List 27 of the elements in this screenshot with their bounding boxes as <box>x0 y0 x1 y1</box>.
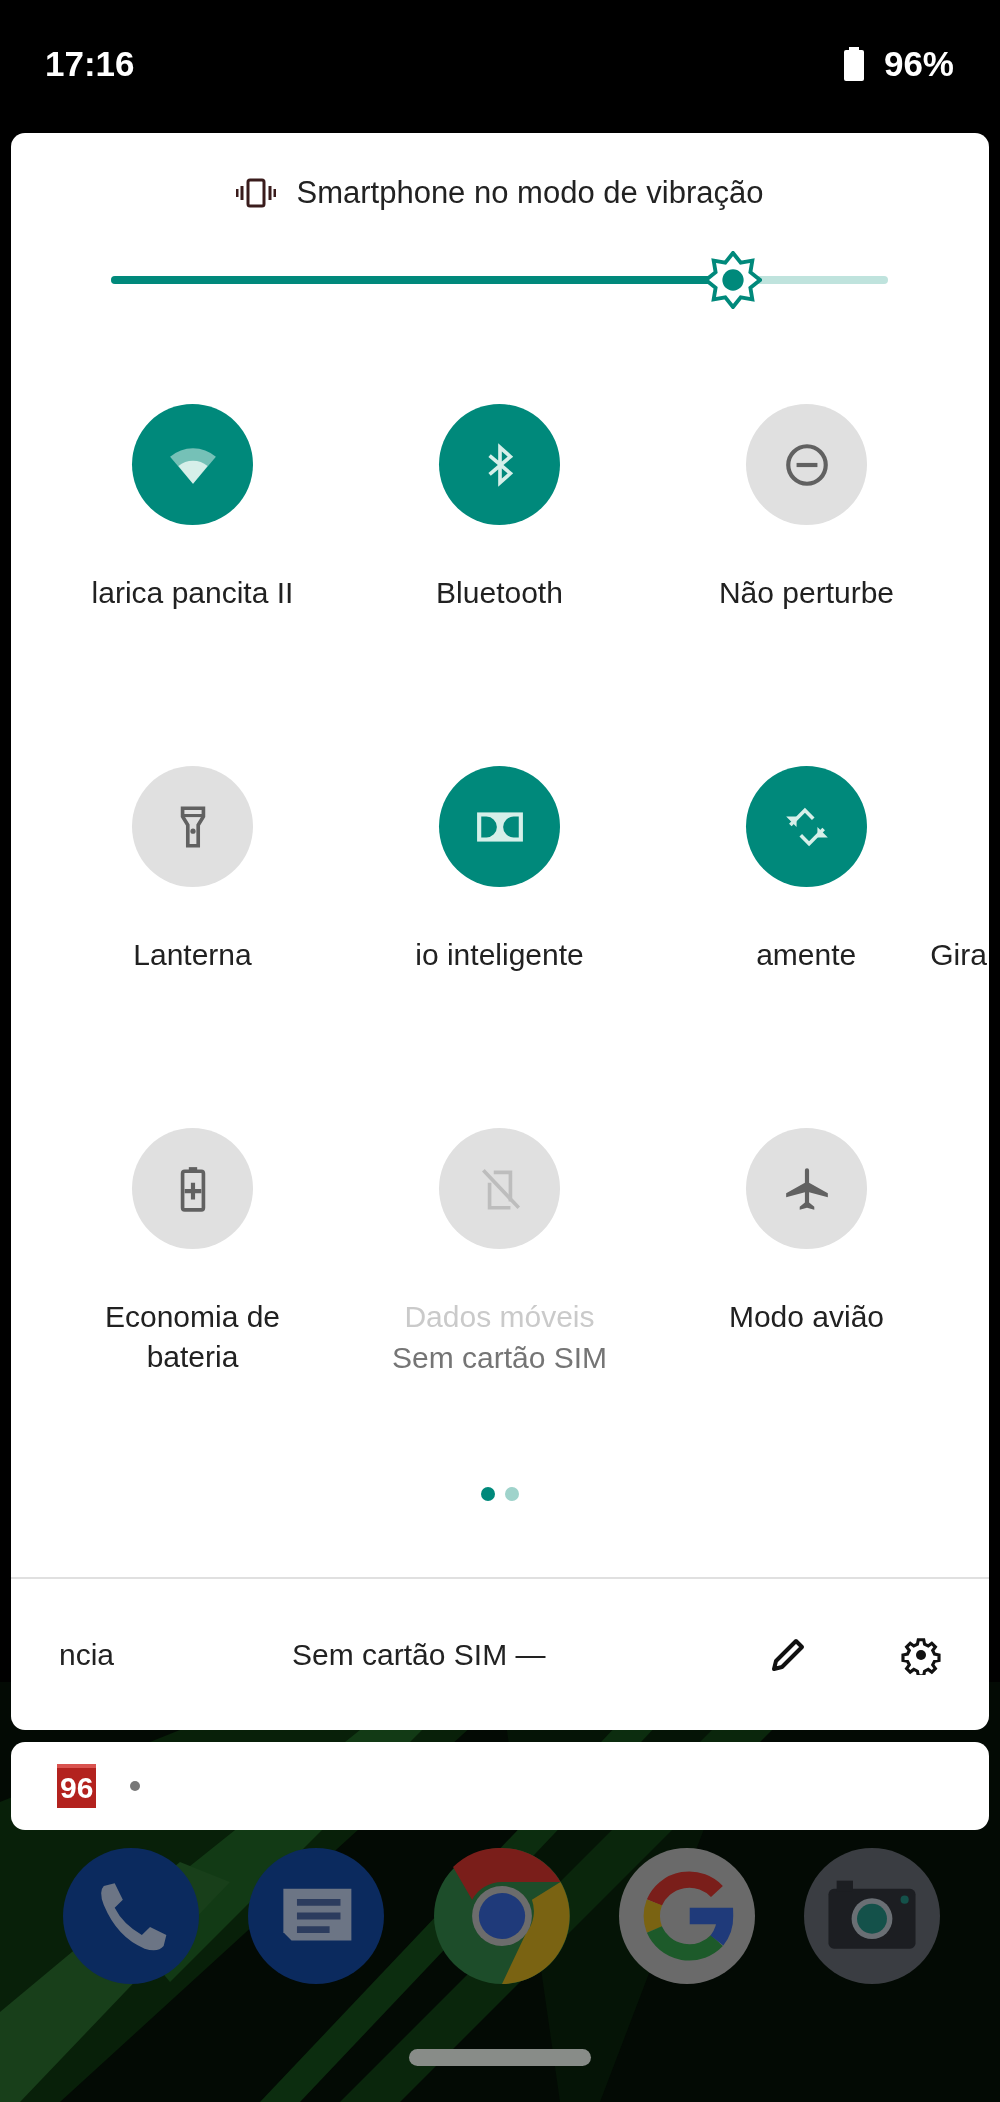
home-indicator[interactable] <box>409 2049 591 2066</box>
tile-label: io inteligente <box>415 937 584 973</box>
tile-label: Lanterna <box>133 937 252 973</box>
carrier-text: Sem cartão SIM — <box>292 1637 546 1672</box>
footer-text: ncia <box>59 1637 115 1672</box>
tile-subtitle: Sem cartão SIM <box>391 1341 608 1375</box>
tile-label: amente <box>756 937 857 973</box>
brightness-slider[interactable] <box>111 251 888 309</box>
battery-percentage: 96% <box>883 43 954 84</box>
app-badge-icon: 96 <box>57 1764 97 1808</box>
vibrate-icon <box>236 178 277 208</box>
camera-app-icon[interactable] <box>804 1848 940 1984</box>
tile-label: Não perturbe <box>718 575 895 611</box>
tile-label: Bluetooth <box>436 575 563 611</box>
tile-label: Gira <box>930 937 987 973</box>
tile-label: larica pancita II <box>91 575 294 611</box>
battery-icon <box>843 46 864 81</box>
clock-time: 17:16 <box>45 43 135 84</box>
notification-card[interactable]: 96 <box>11 1742 989 1830</box>
messages-app-icon[interactable] <box>248 1848 385 1984</box>
tile-label: Economia de bateria <box>103 1299 282 1375</box>
phone-app-icon[interactable] <box>63 1848 199 1984</box>
google-app-icon[interactable] <box>618 1848 755 1984</box>
dot-icon <box>130 1781 141 1791</box>
browser-app-icon[interactable] <box>433 1848 570 1984</box>
ringer-status: Smartphone no modo de vibração <box>296 175 764 211</box>
tile-label: Modo avião <box>728 1299 885 1335</box>
